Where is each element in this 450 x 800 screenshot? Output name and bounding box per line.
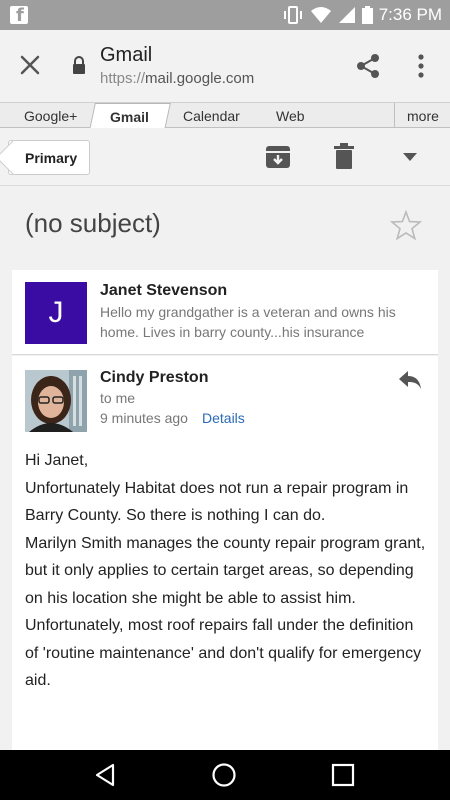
recipient-line: to me [100, 390, 136, 406]
body-paragraph: Unfortunately Habitat does not run a rep… [25, 479, 409, 525]
star-icon[interactable] [390, 210, 422, 240]
collapsed-message[interactable]: J Janet Stevenson Hello my grandgather i… [12, 270, 438, 355]
body-paragraph: Marilyn Smith manages the county repair … [25, 534, 426, 607]
share-icon[interactable] [354, 52, 382, 80]
status-icons: 7:36 PM [282, 4, 442, 26]
nav-back-icon[interactable] [93, 762, 119, 788]
primary-label: Primary [25, 150, 78, 166]
status-time: 7:36 PM [378, 5, 442, 24]
trash-icon[interactable] [333, 143, 355, 169]
facebook-icon [10, 5, 28, 26]
reply-icon[interactable] [398, 370, 422, 390]
thread-subject: (no subject) [25, 208, 161, 238]
message-body: Hi Janet, Unfortunately Habitat does not… [25, 447, 430, 695]
tab-calendar[interactable]: Calendar [183, 108, 240, 124]
avatar: J [25, 282, 87, 344]
avatar-photo-image [25, 370, 87, 432]
url-host: mail.google.com [145, 70, 255, 87]
status-bar: 7:36 PM [0, 0, 450, 30]
tab-strip: Google+ Gmail Calendar Web more [0, 102, 450, 130]
site-title: Gmail [100, 44, 153, 66]
tab-gmail[interactable]: Gmail [110, 109, 149, 125]
mail-toolbar: Primary [0, 128, 450, 186]
avatar [25, 370, 87, 432]
body-paragraph: Unfortunately, most roof repairs fall un… [25, 617, 422, 689]
tab-web[interactable]: Web [276, 108, 305, 124]
site-url[interactable]: https://mail.google.com [100, 70, 254, 87]
url-scheme: https:// [100, 70, 146, 87]
sender-name: Cindy Preston [100, 369, 209, 386]
signal-icon [338, 7, 355, 23]
close-icon[interactable] [18, 53, 42, 77]
vibrate-icon [283, 6, 302, 24]
message-time: 9 minutes ago [100, 410, 188, 426]
message-snippet: Hello my grandgather is a veteran and ow… [100, 302, 430, 342]
chevron-down-icon[interactable] [403, 152, 417, 162]
wifi-icon [310, 7, 331, 23]
browser-bar: Gmail https://mail.google.com [0, 30, 450, 102]
expanded-message: Cindy Preston to me 9 minutes ago Detail… [12, 356, 438, 750]
tab-more[interactable]: more [394, 103, 450, 128]
tab-more-label: more [407, 108, 439, 124]
snippet-fade [370, 322, 430, 342]
battery-icon [361, 6, 373, 24]
details-link[interactable]: Details [202, 410, 245, 426]
nav-recents-icon[interactable] [330, 762, 356, 788]
back-to-primary-button[interactable]: Primary [8, 140, 90, 175]
snippet-text: Hello my grandgather is a veteran and ow… [100, 304, 396, 340]
sender-name: Janet Stevenson [100, 282, 228, 299]
overflow-menu-icon[interactable] [412, 52, 430, 80]
archive-icon[interactable] [265, 144, 291, 170]
tab-google-plus[interactable]: Google+ [24, 108, 77, 124]
body-paragraph: Hi Janet, [25, 452, 89, 469]
nav-home-icon[interactable] [211, 762, 237, 788]
lock-icon [73, 56, 85, 74]
system-nav-bar [0, 750, 450, 800]
